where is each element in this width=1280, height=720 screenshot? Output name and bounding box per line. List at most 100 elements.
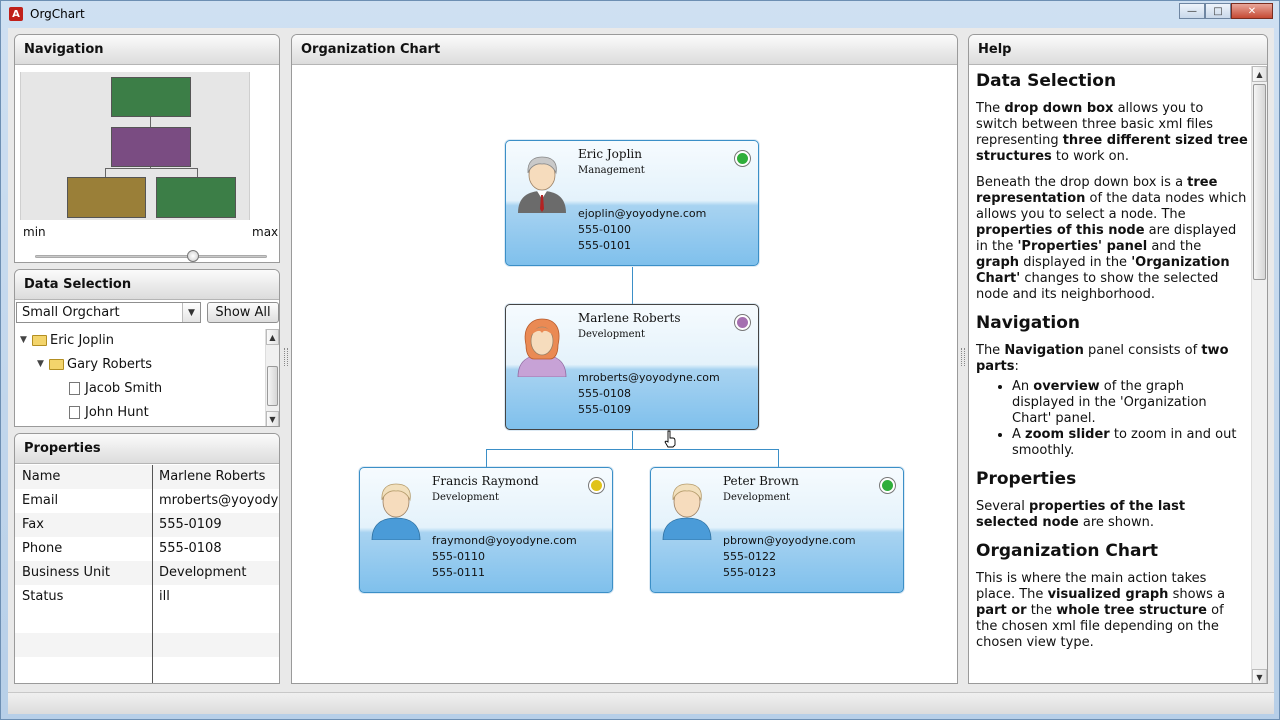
scroll-down-icon[interactable]: ▼ (1252, 669, 1267, 683)
property-row-empty (15, 609, 279, 633)
app-icon[interactable]: A (9, 7, 23, 21)
org-edge (632, 267, 633, 304)
property-row[interactable]: Business Unit Development (15, 561, 279, 585)
zoom-slider-thumb[interactable] (187, 250, 199, 262)
folder-icon (32, 334, 47, 346)
right-splitter-handle[interactable] (961, 348, 965, 366)
node-phone: 555-0110 (432, 550, 485, 563)
column-divider[interactable] (152, 465, 153, 683)
property-row[interactable]: Status ill (15, 585, 279, 609)
scroll-down-icon[interactable]: ▼ (266, 411, 279, 426)
properties-table: Name Marlene Roberts Email mroberts@yoyo… (15, 465, 279, 683)
title-bar[interactable]: A OrgChart — □ ✕ (1, 1, 1279, 27)
minimize-icon[interactable]: — (1179, 3, 1205, 19)
tree-item[interactable]: ▼ Eric Joplin (20, 329, 114, 351)
org-node[interactable]: Peter Brown Development pbrown@yoyodyne.… (650, 467, 904, 593)
help-section-title: Properties (976, 469, 1077, 489)
help-paragraph: Beneath the drop down box is a tree repr… (976, 175, 1247, 302)
property-row[interactable]: Fax 555-0109 (15, 513, 279, 537)
property-value: ill (159, 589, 170, 604)
org-edge (486, 449, 487, 467)
node-name: Peter Brown (723, 474, 799, 488)
node-email: fraymond@yoyodyne.com (432, 534, 577, 547)
property-key: Business Unit (22, 565, 110, 580)
tree-item[interactable]: ▼ Gary Roberts (37, 353, 152, 375)
zoom-min-label: min (23, 225, 46, 239)
chevron-down-icon[interactable]: ▼ (182, 303, 200, 322)
property-row-empty (15, 633, 279, 657)
window-controls: — □ ✕ (1179, 3, 1273, 19)
overview-node (67, 177, 146, 218)
expand-triangle-icon[interactable]: ▼ (20, 335, 32, 345)
help-paragraph: This is where the main action takes plac… (976, 571, 1226, 650)
status-indicator-icon (735, 315, 750, 330)
zoom-slider[interactable] (35, 255, 267, 258)
help-list: An overview of the graph displayed in th… (1012, 379, 1248, 459)
help-scrollbar[interactable]: ▲ ▼ (1251, 66, 1267, 683)
status-indicator-icon (589, 478, 604, 493)
male-avatar-icon (371, 483, 421, 540)
data-selection-panel: Data Selection Small Orgchart ▼ Show All… (14, 269, 280, 427)
help-paragraph: The drop down box allows you to switch b… (976, 101, 1248, 164)
dataset-dropdown[interactable]: Small Orgchart ▼ (16, 302, 201, 323)
properties-panel: Properties Name Marlene Roberts Email mr… (14, 433, 280, 684)
help-content: Data Selection The drop down box allows … (976, 71, 1248, 661)
tree-item[interactable]: Jacob Smith (69, 377, 162, 399)
tree-item[interactable]: John Hunt (69, 401, 149, 423)
window-title: OrgChart (30, 7, 85, 21)
org-edge (632, 431, 633, 449)
property-key: Email (22, 493, 59, 508)
organization-chart-panel-title: Organization Chart (292, 35, 957, 65)
left-splitter-handle[interactable] (284, 348, 288, 366)
scroll-up-icon[interactable]: ▲ (1252, 66, 1267, 82)
help-section-title: Navigation (976, 313, 1080, 333)
node-name: Marlene Roberts (578, 311, 681, 325)
female-avatar-icon (517, 318, 567, 377)
scrollbar-thumb[interactable] (267, 366, 278, 406)
property-row[interactable]: Phone 555-0108 (15, 537, 279, 561)
node-tree: ▼ Eric Joplin ▼ Gary Roberts Jacob Smith… (16, 329, 266, 426)
show-all-button[interactable]: Show All (207, 302, 279, 323)
org-node-selected[interactable]: Marlene Roberts Development mroberts@yoy… (505, 304, 759, 430)
property-key: Name (22, 469, 61, 484)
org-node[interactable]: Francis Raymond Development fraymond@yoy… (359, 467, 613, 593)
property-value: Development (159, 565, 247, 580)
manager-avatar-icon (518, 156, 566, 213)
property-row[interactable]: Email mroberts@yoyodyr (15, 489, 279, 513)
status-indicator-icon (735, 151, 750, 166)
folder-icon (49, 358, 64, 370)
property-value: Marlene Roberts (159, 469, 266, 484)
graph-overview[interactable] (20, 72, 250, 220)
hand-cursor-icon (664, 430, 676, 448)
overview-node (156, 177, 236, 218)
org-edge (778, 449, 779, 467)
property-row[interactable]: Name Marlene Roberts (15, 465, 279, 489)
data-selection-panel-title: Data Selection (15, 270, 279, 300)
node-phone: 555-0108 (578, 387, 631, 400)
node-phone: 555-0122 (723, 550, 776, 563)
tree-scrollbar[interactable]: ▲ ▼ (265, 329, 279, 426)
tree-item-label: Eric Joplin (50, 332, 114, 348)
org-node[interactable]: Eric Joplin Management ejoplin@yoyodyne.… (505, 140, 759, 266)
client-area: Navigation min max Data Selection Small … (8, 28, 1274, 692)
male-avatar-icon (662, 483, 712, 540)
scrollbar-thumb[interactable] (1253, 84, 1266, 280)
overview-edge (105, 168, 197, 169)
node-unit: Development (723, 492, 790, 503)
node-email: ejoplin@yoyodyne.com (578, 207, 707, 220)
close-icon[interactable]: ✕ (1231, 3, 1273, 19)
app-window: A OrgChart — □ ✕ Navigation min max Data… (0, 0, 1280, 720)
node-fax: 555-0101 (578, 239, 631, 252)
help-section-title: Data Selection (976, 71, 1117, 91)
scroll-up-icon[interactable]: ▲ (266, 329, 279, 345)
help-panel-title: Help (969, 35, 1267, 65)
node-email: mroberts@yoyodyne.com (578, 371, 720, 384)
expand-triangle-icon[interactable]: ▼ (37, 359, 49, 369)
property-key: Status (22, 589, 64, 604)
maximize-icon[interactable]: □ (1205, 3, 1231, 19)
node-fax: 555-0109 (578, 403, 631, 416)
help-paragraph: The Navigation panel consists of two par… (976, 343, 1229, 374)
node-name: Francis Raymond (432, 474, 539, 488)
dataset-dropdown-value: Small Orgchart (22, 305, 120, 320)
overview-node (111, 127, 191, 167)
